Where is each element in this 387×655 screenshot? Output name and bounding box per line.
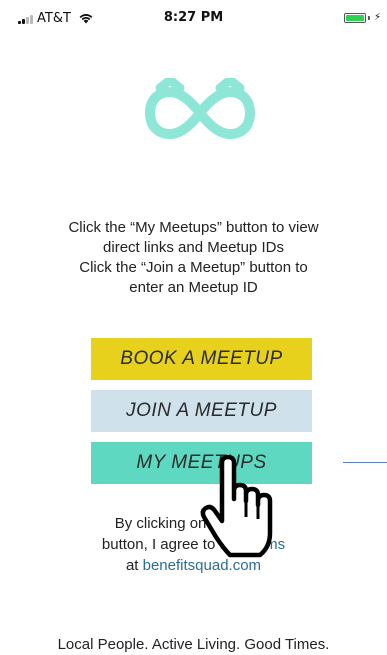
divider-line: [343, 462, 387, 463]
join-meetup-button[interactable]: JOIN A MEETUP: [91, 390, 312, 432]
tagline: Local People. Active Living. Good Times.: [57, 636, 330, 653]
instructions-line: enter an Meetup ID: [129, 279, 258, 296]
status-bar: AT&T 8:27 PM ⚡: [0, 0, 387, 36]
terms-line-prefix: at: [125, 557, 143, 574]
battery-icon: ⚡: [343, 12, 381, 23]
instructions-text: Click the “My Meetups” button to view di…: [30, 218, 357, 298]
instructions-line: Click the “My Meetups” button to view: [68, 219, 319, 236]
status-time: 8:27 PM: [163, 10, 224, 25]
infinity-heart-icon: [145, 78, 255, 139]
charging-bolt-icon: ⚡: [373, 12, 381, 23]
book-meetup-button[interactable]: BOOK A MEETUP: [91, 338, 312, 380]
instructions-line: direct links and Meetup IDs: [103, 239, 284, 256]
instructions-line: Click the “Join a Meetup” button to: [79, 259, 308, 276]
hand-pointer-icon: [200, 455, 273, 558]
